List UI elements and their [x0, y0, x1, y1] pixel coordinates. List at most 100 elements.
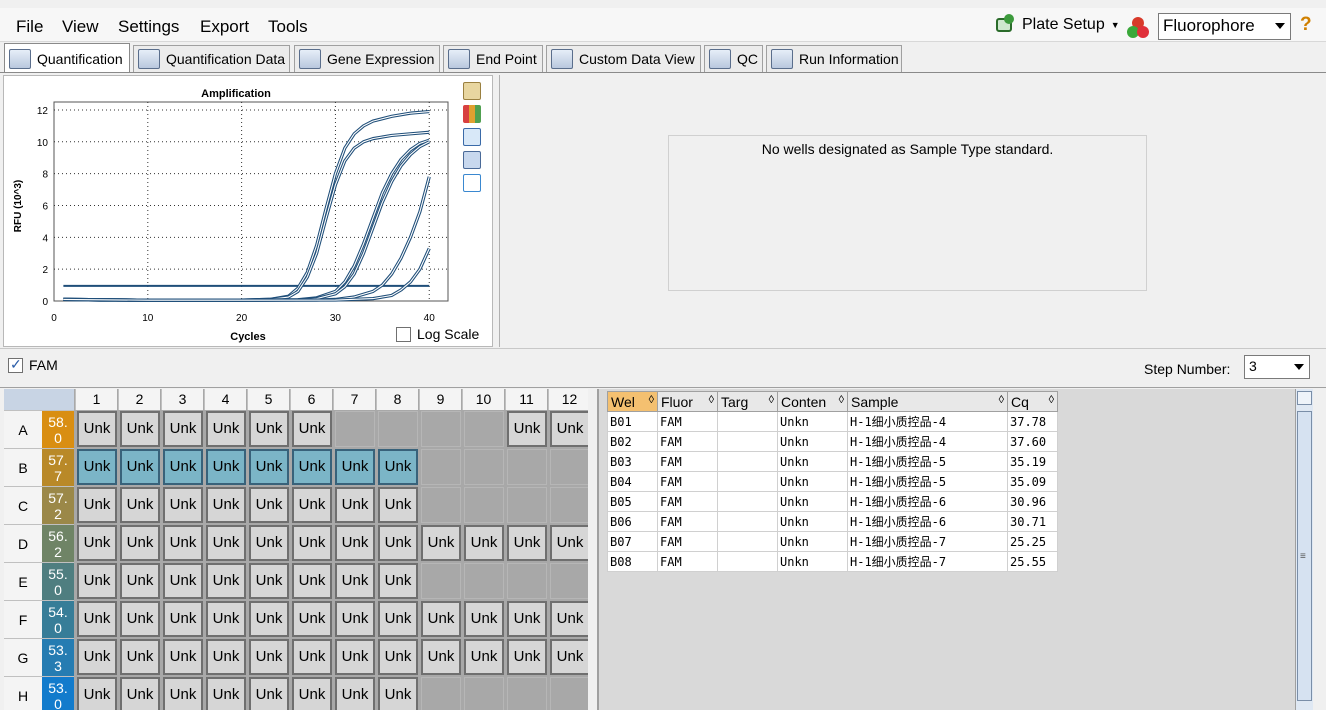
- column-header[interactable]: 5: [247, 389, 289, 410]
- table-row[interactable]: B04 FAM Unkn H-1细小质控品-5 35.09: [607, 471, 1058, 492]
- log-scale-checkbox[interactable]: Log Scale: [396, 326, 479, 342]
- plate-well[interactable]: Unk: [206, 677, 246, 710]
- menu-tools[interactable]: Tools: [268, 17, 308, 37]
- column-header[interactable]: 6: [290, 389, 332, 410]
- plate-setup-button[interactable]: Plate Setup ▼: [994, 12, 1120, 38]
- plate-well[interactable]: Unk: [77, 487, 117, 523]
- plate-well[interactable]: Unk: [378, 487, 418, 523]
- plate-well[interactable]: Unk: [120, 639, 160, 675]
- menu-view[interactable]: View: [62, 17, 99, 37]
- fam-checkbox-box[interactable]: [8, 356, 23, 373]
- plate-well[interactable]: [421, 449, 461, 485]
- plate-well[interactable]: Unk: [550, 525, 588, 561]
- sort-icon[interactable]: ◊: [1049, 394, 1054, 406]
- plate-well[interactable]: [550, 563, 588, 599]
- menu-export[interactable]: Export: [200, 17, 249, 37]
- plate-well[interactable]: [464, 563, 504, 599]
- plate-well[interactable]: [550, 449, 588, 485]
- table-row[interactable]: B06 FAM Unkn H-1细小质控品-6 30.71: [607, 511, 1058, 532]
- plate-well[interactable]: Unk: [507, 411, 547, 447]
- plate-well[interactable]: Unk: [335, 525, 375, 561]
- plate-well[interactable]: Unk: [378, 525, 418, 561]
- row-header[interactable]: B: [4, 448, 42, 486]
- sort-icon[interactable]: ◊: [649, 394, 654, 406]
- plate-well[interactable]: Unk: [206, 563, 246, 599]
- plate-well[interactable]: Unk: [378, 449, 418, 485]
- plate-well[interactable]: Unk: [206, 601, 246, 637]
- plate-well[interactable]: Unk: [550, 639, 588, 675]
- tab-run-information[interactable]: Run Information: [766, 45, 902, 72]
- tab-custom-data-view[interactable]: Custom Data View: [546, 45, 701, 72]
- plate-well[interactable]: Unk: [249, 677, 289, 710]
- column-header[interactable]: 9: [419, 389, 461, 410]
- plate-well[interactable]: Unk: [206, 639, 246, 675]
- plate-well[interactable]: Unk: [206, 449, 246, 485]
- plate-well[interactable]: [378, 411, 418, 447]
- plate-well[interactable]: Unk: [249, 601, 289, 637]
- plate-well[interactable]: Unk: [163, 411, 203, 447]
- plate-well[interactable]: Unk: [335, 601, 375, 637]
- plate-well[interactable]: Unk: [249, 411, 289, 447]
- plate-well[interactable]: Unk: [120, 563, 160, 599]
- plate-well[interactable]: Unk: [378, 563, 418, 599]
- plate-well[interactable]: [507, 487, 547, 523]
- table-row[interactable]: B08 FAM Unkn H-1细小质控品-7 25.55: [607, 551, 1058, 572]
- tab-qc[interactable]: QC: [704, 45, 763, 72]
- table-scrollbar[interactable]: ≡: [1295, 389, 1313, 710]
- plate-well[interactable]: Unk: [120, 411, 160, 447]
- tab-end-point[interactable]: End Point: [443, 45, 543, 72]
- row-header[interactable]: D: [4, 524, 42, 562]
- plate-well[interactable]: Unk: [292, 563, 332, 599]
- column-header[interactable]: Fluor ◊: [657, 391, 718, 412]
- plate-well[interactable]: Unk: [120, 487, 160, 523]
- plate-well[interactable]: [507, 563, 547, 599]
- amplification-chart-svg[interactable]: Amplification Cycles RFU (10^3) 0 2 4 6 8 10 1…: [4, 76, 464, 348]
- plate-well[interactable]: Unk: [163, 449, 203, 485]
- plate-well[interactable]: Unk: [335, 677, 375, 710]
- plate-well[interactable]: Unk: [421, 639, 461, 675]
- copy-icon[interactable]: [463, 82, 481, 100]
- plate-well[interactable]: Unk: [163, 525, 203, 561]
- row-header[interactable]: C: [4, 486, 42, 524]
- row-header[interactable]: E: [4, 562, 42, 600]
- fluorophore-color-icon[interactable]: [1126, 16, 1150, 40]
- column-header[interactable]: Cq ◊: [1007, 391, 1058, 412]
- plate-well[interactable]: [464, 677, 504, 710]
- plate-well[interactable]: Unk: [163, 563, 203, 599]
- plate-well[interactable]: Unk: [77, 449, 117, 485]
- trend-line-icon[interactable]: [463, 174, 481, 192]
- plate-well[interactable]: Unk: [77, 601, 117, 637]
- plate-well[interactable]: Unk: [206, 411, 246, 447]
- column-header[interactable]: 1: [75, 389, 117, 410]
- plate-well[interactable]: Unk: [464, 525, 504, 561]
- zoom-chart-icon[interactable]: [463, 151, 481, 169]
- plate-well[interactable]: Unk: [120, 525, 160, 561]
- scroll-up-button[interactable]: [1297, 391, 1312, 405]
- plate-well[interactable]: [421, 411, 461, 447]
- help-icon[interactable]: ?: [1300, 14, 1312, 36]
- column-header[interactable]: Wel ◊: [607, 391, 658, 412]
- sort-icon[interactable]: ◊: [999, 394, 1004, 406]
- plate-well[interactable]: Unk: [464, 601, 504, 637]
- plate-well[interactable]: Unk: [163, 677, 203, 710]
- column-header[interactable]: Conten ◊: [777, 391, 848, 412]
- plate-well[interactable]: [550, 487, 588, 523]
- row-header[interactable]: F: [4, 600, 42, 638]
- plate-well[interactable]: Unk: [249, 639, 289, 675]
- column-header[interactable]: 3: [161, 389, 203, 410]
- plate-well[interactable]: Unk: [77, 563, 117, 599]
- plate-well[interactable]: Unk: [249, 449, 289, 485]
- tab-gene-expression[interactable]: Gene Expression: [294, 45, 440, 72]
- plate-well[interactable]: Unk: [421, 601, 461, 637]
- plate-well[interactable]: Unk: [292, 525, 332, 561]
- plate-well[interactable]: Unk: [249, 525, 289, 561]
- plate-well[interactable]: Unk: [77, 677, 117, 710]
- plate-well[interactable]: Unk: [163, 487, 203, 523]
- column-header[interactable]: 7: [333, 389, 375, 410]
- plate-well[interactable]: Unk: [249, 563, 289, 599]
- color-palette-icon[interactable]: [463, 105, 481, 123]
- table-row[interactable]: B07 FAM Unkn H-1细小质控品-7 25.25: [607, 531, 1058, 552]
- plate-well[interactable]: Unk: [292, 601, 332, 637]
- row-header[interactable]: G: [4, 638, 42, 676]
- plate-well[interactable]: Unk: [163, 601, 203, 637]
